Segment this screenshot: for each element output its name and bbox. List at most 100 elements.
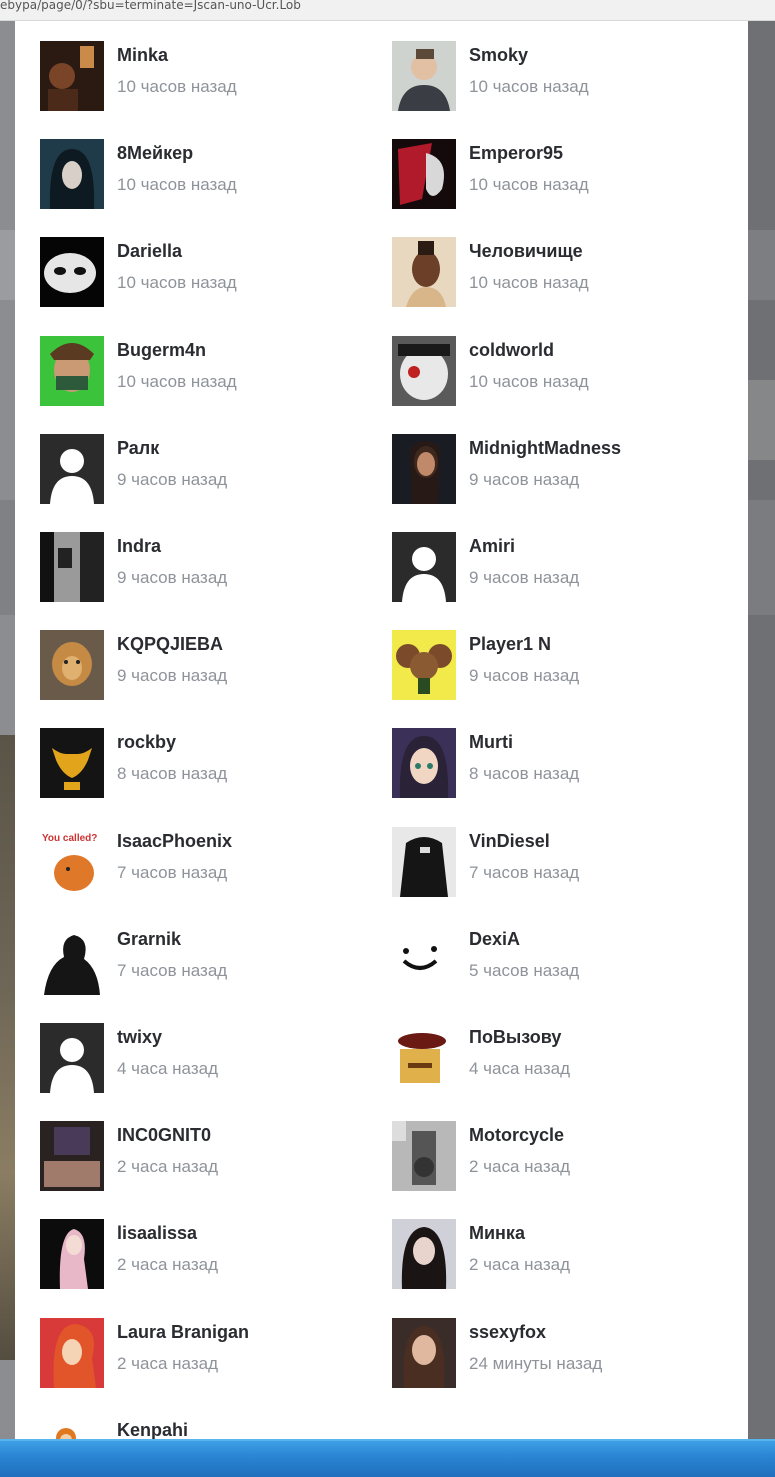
- user-name-link[interactable]: Amiri: [469, 536, 515, 557]
- activity-modal: Minka 10 часов назад Smoky 10 часов назад 8М…: [15, 21, 748, 1441]
- orange-character-avatar[interactable]: [40, 1416, 104, 1441]
- user-entry[interactable]: 8Мейкер 10 часов назад: [40, 139, 380, 209]
- user-entry[interactable]: INC0GNIT0 2 часа назад: [40, 1121, 380, 1191]
- user-name-link[interactable]: Grarnik: [117, 929, 181, 950]
- default-user-avatar[interactable]: [40, 1023, 104, 1093]
- woman-dark-avatar[interactable]: [392, 434, 456, 504]
- man-portrait-avatar[interactable]: [392, 41, 456, 111]
- activity-time: 10 часов назад: [469, 175, 589, 194]
- user-entry[interactable]: ПоВызову 4 часа назад: [392, 1023, 732, 1093]
- user-name-link[interactable]: Emperor95: [469, 143, 563, 164]
- user-name-link[interactable]: Ралк: [117, 438, 159, 459]
- user-entry[interactable]: lisaalissa 2 часа назад: [40, 1219, 380, 1289]
- activity-time: 5 часов назад: [469, 961, 580, 980]
- gothic-girl-avatar[interactable]: [392, 1219, 456, 1289]
- user-entry[interactable]: rockby 8 часов назад: [40, 728, 380, 798]
- user-entry[interactable]: MidnightMadness 9 часов назад: [392, 434, 732, 504]
- user-name-link[interactable]: IsaacPhoenix: [117, 831, 232, 852]
- anime-mask-avatar[interactable]: [392, 336, 456, 406]
- user-name-link[interactable]: Player1 N: [469, 634, 551, 655]
- user-entry[interactable]: Минка 2 часа назад: [392, 1219, 732, 1289]
- user-name-link[interactable]: Kenpahi: [117, 1420, 188, 1441]
- girl-portrait-avatar[interactable]: [392, 1318, 456, 1388]
- activity-time: 10 часов назад: [469, 273, 589, 292]
- user-entry[interactable]: Smoky 10 часов назад: [392, 41, 732, 111]
- lion-avatar[interactable]: [40, 630, 104, 700]
- user-entry[interactable]: Player1 N 9 часов назад: [392, 630, 732, 700]
- user-entry[interactable]: coldworld 10 часов назад: [392, 336, 732, 406]
- user-entry[interactable]: Motorcycle 2 часа назад: [392, 1121, 732, 1191]
- activity-time: 9 часов назад: [469, 568, 580, 587]
- user-entry[interactable]: VinDiesel 7 часов назад: [392, 827, 732, 897]
- activity-time: 10 часов назад: [469, 77, 589, 96]
- user-name-link[interactable]: Laura Branigan: [117, 1322, 249, 1343]
- user-name-link[interactable]: Smoky: [469, 45, 528, 66]
- cheburashka-avatar[interactable]: [392, 630, 456, 700]
- cartoon-fox-avatar[interactable]: You called?: [40, 827, 104, 897]
- jessica-rabbit-avatar[interactable]: [40, 1318, 104, 1388]
- user-entry[interactable]: Amiri 9 часов назад: [392, 532, 732, 602]
- user-entry[interactable]: DexiA 5 часов назад: [392, 925, 732, 995]
- jacket-avatar[interactable]: [392, 827, 456, 897]
- user-name-link[interactable]: 8Мейкер: [117, 143, 193, 164]
- user-name-link[interactable]: INC0GNIT0: [117, 1125, 211, 1146]
- user-entry[interactable]: Indra 9 часов назад: [40, 532, 380, 602]
- grey-collage-avatar[interactable]: [392, 1121, 456, 1191]
- hooded-girl-avatar[interactable]: [40, 139, 104, 209]
- user-name-link[interactable]: ssexyfox: [469, 1322, 546, 1343]
- user-name-link[interactable]: rockby: [117, 732, 176, 753]
- bull-logo-avatar[interactable]: [40, 728, 104, 798]
- address-text: ebypa/page/0/?sbu=terminate=Jscan-uno-Uc…: [0, 0, 301, 12]
- user-name-link[interactable]: Человичище: [469, 241, 583, 262]
- pink-hair-avatar[interactable]: [40, 1219, 104, 1289]
- user-name-link[interactable]: ПоВызову: [469, 1027, 561, 1048]
- cartoon-character-avatar[interactable]: [40, 336, 104, 406]
- default-user-avatar[interactable]: [392, 532, 456, 602]
- user-entry[interactable]: Laura Branigan 2 часа назад: [40, 1318, 380, 1388]
- windows-taskbar: [0, 1439, 775, 1477]
- user-name-link[interactable]: Murti: [469, 732, 513, 753]
- red-mask-avatar[interactable]: [392, 139, 456, 209]
- user-entry[interactable]: Kenpahi: [40, 1416, 380, 1441]
- user-entry[interactable]: KQPQJIEBA 9 часов назад: [40, 630, 380, 700]
- user-name-link[interactable]: twixy: [117, 1027, 162, 1048]
- background-band: [748, 500, 775, 615]
- user-name-link[interactable]: VinDiesel: [469, 831, 550, 852]
- user-entry[interactable]: Emperor95 10 часов назад: [392, 139, 732, 209]
- user-entry[interactable]: Человичище 10 часов назад: [392, 237, 732, 307]
- user-entry[interactable]: You called? IsaacPhoenix 7 часов назад: [40, 827, 380, 897]
- user-name-link[interactable]: DexiA: [469, 929, 520, 950]
- user-name-link[interactable]: lisaalissa: [117, 1223, 197, 1244]
- user-entry[interactable]: Ралк 9 часов назад: [40, 434, 380, 504]
- user-name-link[interactable]: Minka: [117, 45, 168, 66]
- user-name-link[interactable]: Motorcycle: [469, 1125, 564, 1146]
- user-name-link[interactable]: Минка: [469, 1223, 525, 1244]
- bedroom-photo-avatar[interactable]: [40, 1121, 104, 1191]
- user-name-link[interactable]: coldworld: [469, 340, 554, 361]
- activity-time: 8 часов назад: [117, 764, 228, 783]
- user-name-link[interactable]: MidnightMadness: [469, 438, 621, 459]
- user-name-link[interactable]: Dariella: [117, 241, 182, 262]
- smiley-face-avatar[interactable]: [392, 925, 456, 995]
- user-entry[interactable]: Dariella 10 часов назад: [40, 237, 380, 307]
- bw-sketch-avatar[interactable]: [40, 532, 104, 602]
- svg-text:You called?: You called?: [42, 833, 97, 844]
- user-name-link[interactable]: Bugerm4n: [117, 340, 206, 361]
- white-mask-avatar[interactable]: [40, 237, 104, 307]
- user-entry[interactable]: Bugerm4n 10 часов назад: [40, 336, 380, 406]
- woman-profile-avatar[interactable]: [392, 237, 456, 307]
- default-user-avatar[interactable]: [40, 434, 104, 504]
- user-entry[interactable]: ssexyfox 24 минуты назад: [392, 1318, 732, 1388]
- user-entry[interactable]: Murti 8 часов назад: [392, 728, 732, 798]
- cartoon-officer-avatar[interactable]: [392, 1023, 456, 1093]
- activity-time: 24 минуты назад: [469, 1354, 603, 1373]
- user-name-link[interactable]: KQPQJIEBA: [117, 634, 223, 655]
- user-name-link[interactable]: Indra: [117, 536, 161, 557]
- dark-room-photo-avatar[interactable]: [40, 41, 104, 111]
- anime-girl-avatar[interactable]: [392, 728, 456, 798]
- browser-address-bar[interactable]: ebypa/page/0/?sbu=terminate=Jscan-uno-Uc…: [0, 0, 775, 21]
- silhouette-art-avatar[interactable]: [40, 925, 104, 995]
- user-entry[interactable]: Grarnik 7 часов назад: [40, 925, 380, 995]
- user-entry[interactable]: twixy 4 часа назад: [40, 1023, 380, 1093]
- user-entry[interactable]: Minka 10 часов назад: [40, 41, 380, 111]
